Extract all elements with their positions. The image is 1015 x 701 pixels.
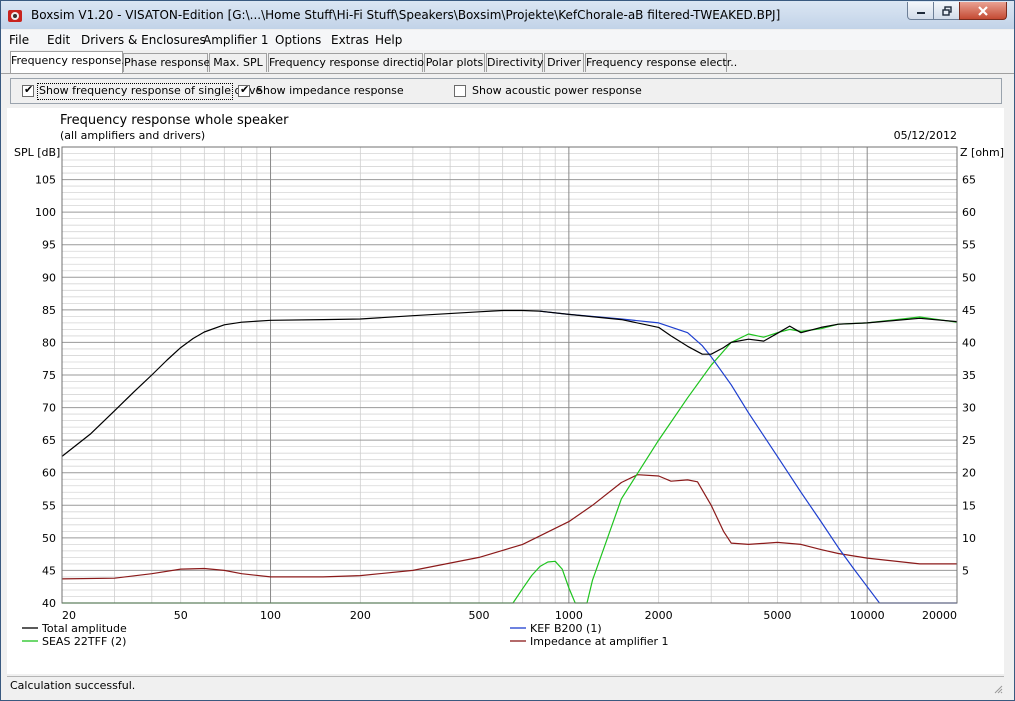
y-tick-label: 100 <box>35 206 56 219</box>
menu-extras[interactable]: Extras <box>331 33 369 47</box>
y2-tick-label: 50 <box>962 271 976 284</box>
y-tick-label: 50 <box>42 532 56 545</box>
single-drive-label[interactable]: Show frequency response of single drive <box>39 84 262 97</box>
tab-driver[interactable]: Driver <box>544 53 584 72</box>
y-tick-label: 90 <box>42 271 56 284</box>
legend-label: Total amplitude <box>41 622 127 635</box>
menu-edit[interactable]: Edit <box>47 33 70 47</box>
y2-tick-label: 15 <box>962 499 976 512</box>
legend-label: SEAS 22TFF (2) <box>42 635 126 648</box>
y-tick-label: 45 <box>42 564 56 577</box>
menu-options[interactable]: Options <box>275 33 321 47</box>
tab-max-spl[interactable]: Max. SPL <box>209 53 267 72</box>
y2-tick-label: 60 <box>962 206 976 219</box>
x-tick-label: 20000 <box>922 609 957 622</box>
window-title: Boxsim V1.20 - VISATON-Edition [G:\...\H… <box>31 8 781 22</box>
impedance-label[interactable]: Show impedance response <box>256 84 404 97</box>
x-tick-label: 1000 <box>555 609 583 622</box>
restore-icon <box>941 5 952 16</box>
impedance-checkbox[interactable]: ✔ <box>238 83 250 97</box>
legend-label: KEF B200 (1) <box>530 622 602 635</box>
y2-tick-label: 20 <box>962 467 976 480</box>
y2-axis-label: Z [ohm] <box>960 146 1004 159</box>
y-tick-label: 75 <box>42 369 56 382</box>
x-tick-label: 500 <box>469 609 490 622</box>
y-tick-label: 80 <box>42 336 56 349</box>
y2-tick-label: 25 <box>962 434 976 447</box>
x-tick-label: 200 <box>350 609 371 622</box>
y2-tick-label: 35 <box>962 369 976 382</box>
status-bar: Calculation successful. <box>7 676 1004 695</box>
minimize-button[interactable] <box>907 2 934 20</box>
boxsim-app-icon <box>8 10 22 22</box>
x-tick-label: 2000 <box>645 609 673 622</box>
y-tick-label: 65 <box>42 434 56 447</box>
x-tick-label: 10000 <box>850 609 885 622</box>
y2-tick-label: 30 <box>962 402 976 415</box>
tab-frequency-response-electr[interactable]: Frequency response electr.. <box>585 53 737 72</box>
acoustic-power-checkbox[interactable] <box>454 85 466 97</box>
menu-drivers-enclosures[interactable]: Drivers & Enclosures <box>81 33 206 47</box>
x-tick-label: 100 <box>260 609 281 622</box>
tab-bar: Frequency response. Phase response Max. … <box>1 50 1014 74</box>
chart-subtitle: (all amplifiers and drivers) <box>60 129 205 142</box>
y-tick-label: 40 <box>42 597 56 610</box>
single-drive-checkbox[interactable]: ✔ <box>22 83 34 97</box>
status-text: Calculation successful. <box>10 679 136 692</box>
x-tick-label: 50 <box>174 609 188 622</box>
y2-tick-label: 65 <box>962 174 976 187</box>
menu-bar: File Edit Drivers & Enclosures Amplifier… <box>1 30 1014 51</box>
menu-help[interactable]: Help <box>375 33 402 47</box>
y-tick-label: 85 <box>42 304 56 317</box>
application-window: Boxsim V1.20 - VISATON-Edition [G:\...\H… <box>0 0 1015 701</box>
tab-directivity[interactable]: Directivity <box>486 53 543 72</box>
y2-tick-label: 5 <box>962 564 969 577</box>
tab-phase-response[interactable]: Phase response <box>123 53 210 72</box>
close-button[interactable] <box>959 2 1007 20</box>
y2-tick-label: 10 <box>962 532 976 545</box>
resize-grip-icon[interactable] <box>993 684 1003 694</box>
close-icon <box>978 5 988 16</box>
y-axis-label: SPL [dB] <box>14 146 60 159</box>
chart-title: Frequency response whole speaker <box>60 113 289 128</box>
y2-tick-label: 40 <box>962 336 976 349</box>
menu-file[interactable]: File <box>9 33 29 47</box>
y-tick-label: 55 <box>42 499 56 512</box>
menu-amplifier-1[interactable]: Amplifier 1 <box>203 33 269 47</box>
y2-tick-label: 55 <box>962 239 976 252</box>
y-tick-label: 105 <box>35 174 56 187</box>
tab-frequency-response[interactable]: Frequency response. <box>10 51 125 73</box>
restore-button[interactable] <box>933 2 960 20</box>
x-tick-label: 20 <box>62 609 76 622</box>
tab-polar-plots[interactable]: Polar plots <box>424 53 485 72</box>
tab-divider <box>1 73 1014 74</box>
frequency-response-chart: Frequency response whole speaker (all am… <box>7 108 1004 674</box>
y-tick-label: 95 <box>42 239 56 252</box>
chart-date: 05/12/2012 <box>894 129 957 142</box>
y2-tick-label: 45 <box>962 304 976 317</box>
checkmark-icon: ✔ <box>24 83 34 96</box>
minimize-icon <box>916 11 925 14</box>
legend-label: Impedance at amplifier 1 <box>530 635 669 648</box>
checkmark-icon: ✔ <box>240 83 250 96</box>
acoustic-power-label[interactable]: Show acoustic power response <box>472 84 642 97</box>
options-panel: ✔ Show frequency response of single driv… <box>10 78 1002 104</box>
title-bar[interactable]: Boxsim V1.20 - VISATON-Edition [G:\...\H… <box>1 1 1014 29</box>
tab-frequency-response-directions[interactable]: Frequency response directions <box>268 53 437 72</box>
y-tick-label: 60 <box>42 467 56 480</box>
x-tick-label: 5000 <box>763 609 791 622</box>
y-tick-label: 70 <box>42 402 56 415</box>
